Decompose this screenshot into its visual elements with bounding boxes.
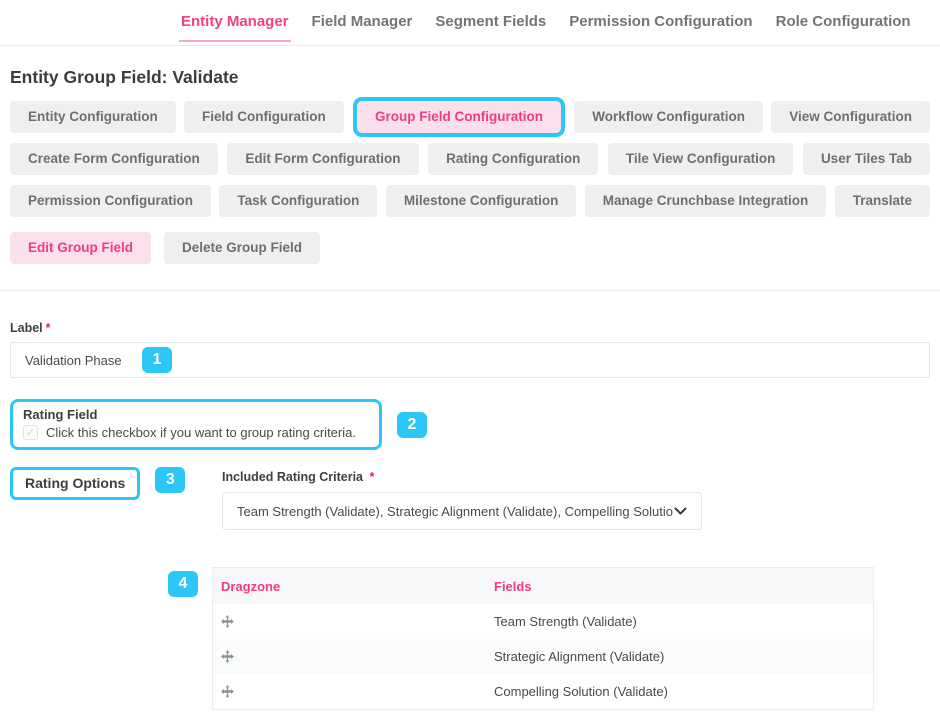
rating-field-label: Rating Field <box>23 407 369 422</box>
annotation-badge-3: 3 <box>155 467 185 493</box>
table-row: Team Strength (Validate) <box>213 604 873 639</box>
criteria-table: Dragzone Fields Team Strength (Validate)… <box>212 567 874 710</box>
annotation-badge-1: 1 <box>142 347 172 373</box>
nav-permission-configuration[interactable]: Permission Configuration <box>569 13 752 45</box>
tab-milestone-configuration[interactable]: Milestone Configuration <box>386 185 577 217</box>
drag-move-icon[interactable] <box>221 650 234 663</box>
tab-tile-view-configuration[interactable]: Tile View Configuration <box>608 143 794 175</box>
tab-entity-configuration[interactable]: Entity Configuration <box>10 101 176 133</box>
label-text: Label <box>10 321 43 335</box>
required-asterisk: * <box>369 470 374 484</box>
nav-entity-manager[interactable]: Entity Manager <box>181 13 289 45</box>
tab-translate[interactable]: Translate <box>835 185 930 217</box>
tab-create-form-configuration[interactable]: Create Form Configuration <box>10 143 218 175</box>
included-rating-criteria-field: Included Rating Criteria * Team Strength… <box>222 466 702 530</box>
tab-rating-configuration[interactable]: Rating Configuration <box>428 143 598 175</box>
page: Entity Manager Field Manager Segment Fie… <box>0 0 940 723</box>
page-title: Entity Group Field: Validate <box>10 67 930 88</box>
included-rating-criteria-value: Team Strength (Validate), Strategic Alig… <box>237 504 674 519</box>
tab-manage-crunchbase-integration[interactable]: Manage Crunchbase Integration <box>585 185 827 217</box>
tab-workflow-configuration[interactable]: Workflow Configuration <box>574 101 763 133</box>
tab-user-tiles-tab[interactable]: User Tiles Tab <box>803 143 930 175</box>
tab-edit-form-configuration[interactable]: Edit Form Configuration <box>227 143 418 175</box>
nav-segment-fields[interactable]: Segment Fields <box>435 13 546 45</box>
drag-move-icon[interactable] <box>221 615 234 628</box>
label-input[interactable]: Validation Phase 1 <box>10 342 930 378</box>
field-name: Strategic Alignment (Validate) <box>486 649 873 664</box>
config-tabs-row-1: Entity Configuration Field Configuration… <box>10 101 930 133</box>
field-name: Team Strength (Validate) <box>486 614 873 629</box>
tab-group-field-configuration[interactable]: Group Field Configuration <box>357 101 561 133</box>
field-name: Compelling Solution (Validate) <box>486 684 873 699</box>
tab-field-configuration[interactable]: Field Configuration <box>184 101 344 133</box>
rating-options-highlight-box: Rating Options <box>10 467 140 500</box>
edit-group-field-button[interactable]: Edit Group Field <box>10 232 151 264</box>
tab-view-configuration[interactable]: View Configuration <box>771 101 930 133</box>
top-nav: Entity Manager Field Manager Segment Fie… <box>0 0 940 46</box>
config-tabs-row-2: Create Form Configuration Edit Form Conf… <box>10 143 930 175</box>
included-rating-criteria-select[interactable]: Team Strength (Validate), Strategic Alig… <box>222 492 702 530</box>
tab-permission-configuration[interactable]: Permission Configuration <box>10 185 211 217</box>
criteria-table-section: 4 Dragzone Fields Team Strength (Validat… <box>0 567 940 710</box>
label-field-label: Label* <box>10 321 930 335</box>
label-input-value: Validation Phase <box>25 353 122 368</box>
chevron-down-icon <box>674 507 687 516</box>
annotation-badge-2: 2 <box>397 412 427 438</box>
section-divider <box>0 290 940 291</box>
table-row: Compelling Solution (Validate) <box>213 674 873 709</box>
tab-task-configuration[interactable]: Task Configuration <box>219 185 377 217</box>
nav-role-configuration[interactable]: Role Configuration <box>776 13 911 45</box>
rating-field-highlight-box: Rating Field ✓ Click this checkbox if yo… <box>10 399 382 450</box>
rating-field-checkbox[interactable]: ✓ <box>23 425 38 440</box>
rating-field-checkbox-row: ✓ Click this checkbox if you want to gro… <box>23 425 369 440</box>
table-row: Strategic Alignment (Validate) <box>213 639 873 674</box>
config-tabs-row-3: Permission Configuration Task Configurat… <box>10 185 930 217</box>
included-rating-criteria-label-text: Included Rating Criteria <box>222 470 363 484</box>
required-asterisk: * <box>46 321 51 335</box>
criteria-table-header: Dragzone Fields <box>213 568 873 604</box>
rating-field-checkbox-text: Click this checkbox if you want to group… <box>46 425 356 440</box>
header-dragzone: Dragzone <box>213 579 486 594</box>
rating-options-section: Rating Options 3 Included Rating Criteri… <box>10 466 930 530</box>
annotation-badge-4: 4 <box>168 571 198 597</box>
rating-field-section: Rating Field ✓ Click this checkbox if yo… <box>10 399 930 450</box>
group-field-form: Label* Validation Phase 1 Rating Field ✓… <box>0 321 940 530</box>
nav-field-manager[interactable]: Field Manager <box>312 13 413 45</box>
group-field-actions: Edit Group Field Delete Group Field <box>10 232 930 264</box>
rating-options-left: Rating Options 3 <box>10 466 222 530</box>
drag-move-icon[interactable] <box>221 685 234 698</box>
header-fields: Fields <box>486 579 873 594</box>
included-rating-criteria-label: Included Rating Criteria * <box>222 470 702 484</box>
delete-group-field-button[interactable]: Delete Group Field <box>164 232 320 264</box>
